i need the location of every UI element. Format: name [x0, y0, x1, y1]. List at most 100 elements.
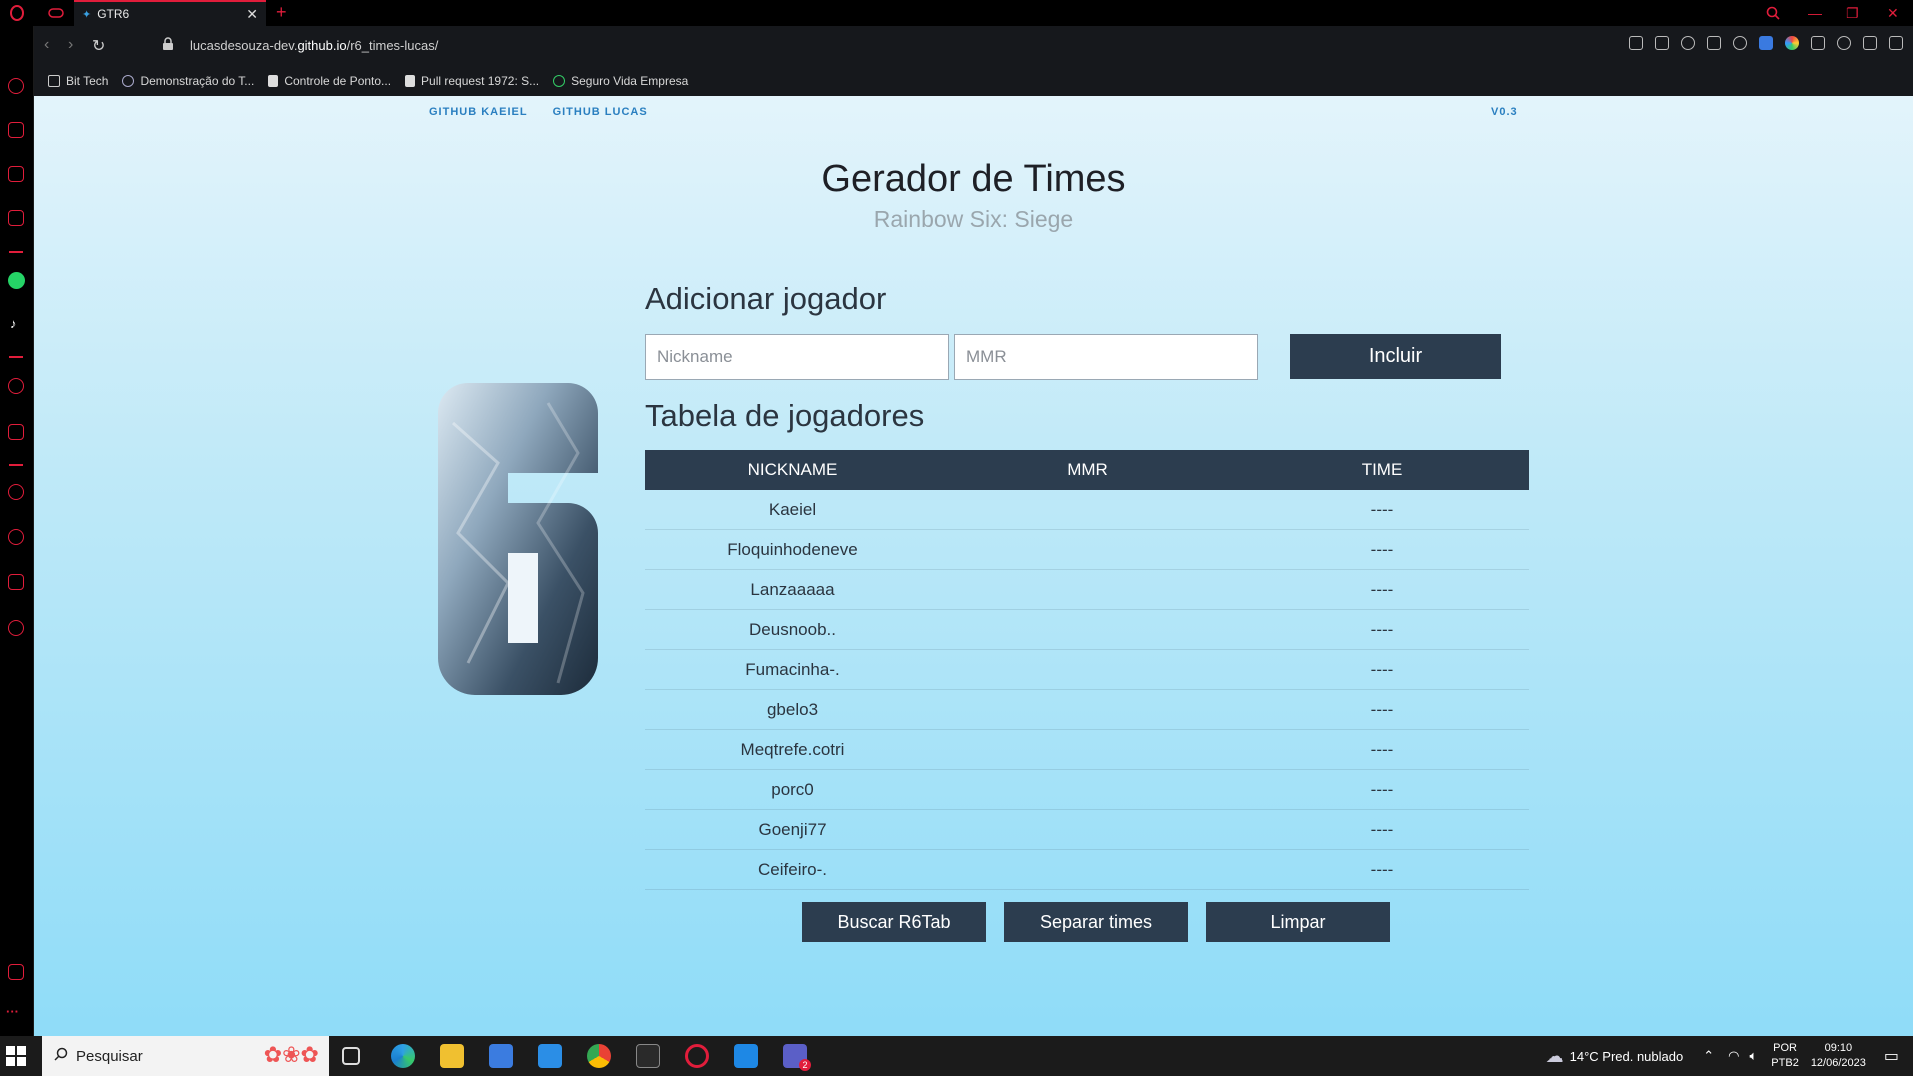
mmr-input[interactable] — [954, 334, 1258, 380]
bookmark-bit-tech[interactable]: Bit Tech — [48, 74, 108, 88]
volume-icon[interactable]: 🔈︎ — [1749, 1048, 1757, 1064]
profile-icon[interactable] — [1837, 36, 1851, 50]
url-field[interactable]: lucasdesouza-dev.github.io/r6_times-luca… — [190, 38, 438, 53]
whatsapp-icon[interactable] — [8, 272, 25, 289]
news-icon[interactable] — [8, 210, 24, 226]
minimize-icon[interactable]: — — [1808, 0, 1822, 26]
cell-nickname: Lanzaaaaa — [750, 579, 835, 599]
tab-favicon-icon: ✦ — [82, 8, 92, 21]
system-tray: ☁ 14°C Pred. nublado ⌃ ◠ 🔈︎ POR PTB2 09:… — [1546, 1036, 1913, 1076]
table-row: Floquinhodeneve ---- — [645, 530, 1529, 570]
forward-icon[interactable]: › — [68, 36, 73, 54]
chrome-icon[interactable] — [587, 1044, 611, 1068]
globe-icon — [122, 75, 135, 87]
green-logo-icon — [553, 75, 566, 87]
history-icon[interactable] — [8, 529, 24, 545]
extension-icons — [1629, 36, 1903, 50]
tab-gtr6[interactable]: ✦ GTR6 ✕ — [74, 0, 266, 26]
new-tab-icon[interactable]: + — [276, 1, 287, 23]
search-r6tab-button[interactable]: Buscar R6Tab — [802, 902, 986, 942]
player-icon[interactable] — [8, 378, 24, 394]
cell-nickname: Fumacinha-. — [745, 659, 840, 679]
bookmark-label: Demonstração do T... — [140, 74, 255, 88]
extensions-icon[interactable] — [8, 574, 24, 590]
cell-nickname: porc0 — [771, 779, 814, 799]
github-lucas-link[interactable]: GITHUB LUCAS — [553, 106, 648, 118]
clear-button[interactable]: Limpar — [1206, 902, 1390, 942]
vscode-icon[interactable] — [734, 1044, 758, 1068]
bookmark-seguro-vida[interactable]: Seguro Vida Empresa — [553, 74, 688, 88]
send-icon[interactable] — [1707, 36, 1721, 50]
bookmarks-bar: Bit Tech Demonstração do T... Controle d… — [34, 66, 1913, 96]
twitch-icon[interactable] — [8, 166, 24, 182]
taskbar-search[interactable]: Pesquisar ✿❀✿ — [42, 1036, 329, 1076]
chevron-up-icon[interactable]: ⌃ — [1703, 1048, 1714, 1064]
download-icon[interactable] — [1863, 36, 1877, 50]
cell-time: ---- — [1370, 699, 1394, 719]
bookmark-controle-ponto[interactable]: Controle de Ponto... — [268, 74, 391, 88]
opera-gx-icon[interactable] — [685, 1044, 709, 1068]
table-row: Kaeiel ---- — [645, 490, 1529, 530]
search-tabs-icon[interactable] — [1766, 0, 1780, 26]
address-bar: ‹ › ↻ lucasdesouza-dev.github.io/r6_time… — [34, 26, 1913, 66]
bookmark-pull-request[interactable]: Pull request 1972: S... — [405, 74, 539, 88]
column-nickname[interactable]: NICKNAME — [645, 460, 940, 480]
clock[interactable]: 09:10 12/06/2023 — [1811, 1041, 1866, 1071]
web-page: GITHUB KAEIEL GITHUB LUCAS V0.3 Gerador … — [34, 96, 1913, 1036]
column-time[interactable]: TIME — [1235, 460, 1529, 480]
teams-icon[interactable]: 2 — [783, 1044, 811, 1071]
bag-icon[interactable] — [8, 122, 24, 138]
reload-icon[interactable]: ↻ — [92, 36, 105, 56]
heart-icon[interactable] — [1733, 36, 1747, 50]
heart-icon[interactable] — [8, 484, 24, 500]
wifi-icon[interactable]: ◠ — [1728, 1048, 1739, 1064]
more-icon[interactable]: ··· — [6, 1004, 19, 1019]
file-explorer-icon[interactable] — [440, 1044, 464, 1068]
page-title: Gerador de Times — [821, 158, 1126, 200]
opera-menu-icon[interactable] — [0, 0, 34, 26]
wallpaper-icon[interactable] — [8, 964, 24, 980]
camera-icon[interactable] — [1655, 36, 1669, 50]
edit-icon[interactable] — [1629, 36, 1643, 50]
restore-icon[interactable]: ❐ — [1846, 0, 1859, 26]
flow-icon[interactable] — [8, 424, 24, 440]
close-window-icon[interactable]: ✕ — [1887, 0, 1899, 26]
menu-icon[interactable] — [1889, 36, 1903, 50]
tiktok-icon[interactable]: ♪ — [10, 316, 17, 331]
translate-icon[interactable] — [1759, 36, 1773, 50]
table-row: Meqtrefe.cotri ---- — [645, 730, 1529, 770]
language-indicator[interactable]: POR PTB2 — [1771, 1041, 1799, 1071]
document-icon — [405, 75, 416, 87]
gx-tab-icon[interactable] — [38, 0, 74, 26]
edge-icon[interactable] — [391, 1044, 415, 1068]
cell-nickname: Floquinhodeneve — [727, 539, 858, 559]
windows-start-icon[interactable] — [6, 1046, 26, 1066]
settings-icon[interactable] — [8, 620, 24, 636]
column-mmr[interactable]: MMR — [940, 460, 1235, 480]
notifications-icon[interactable]: ▭ — [1884, 1046, 1899, 1066]
cube-icon[interactable] — [1811, 36, 1825, 50]
sidebar-divider — [9, 464, 23, 466]
terminal-icon[interactable] — [636, 1044, 660, 1068]
back-icon[interactable]: ‹ — [44, 36, 49, 54]
mail-icon[interactable] — [538, 1044, 562, 1068]
weather-text[interactable]: 14°C Pred. nublado — [1570, 1049, 1684, 1064]
cell-nickname: Deusnoob.. — [749, 619, 836, 639]
github-kaeiel-link[interactable]: GITHUB KAEIEL — [429, 106, 528, 118]
speed-dial-icon[interactable] — [8, 78, 24, 94]
players-table-heading: Tabela de jogadores — [645, 398, 925, 433]
store-icon[interactable] — [489, 1044, 513, 1068]
top-nav: GITHUB KAEIEL GITHUB LUCAS — [429, 106, 648, 118]
clock-date: 12/06/2023 — [1810, 1057, 1866, 1069]
tab-close-icon[interactable]: ✕ — [246, 6, 258, 23]
color-picker-icon[interactable] — [1785, 36, 1799, 50]
task-view-icon[interactable] — [342, 1047, 360, 1065]
split-teams-button[interactable]: Separar times — [1004, 902, 1188, 942]
bookmark-demonstracao[interactable]: Demonstração do T... — [122, 74, 254, 88]
teams-badge: 2 — [799, 1059, 811, 1071]
url-host: github.io — [297, 38, 347, 53]
nickname-input[interactable] — [645, 334, 949, 380]
version-link[interactable]: V0.3 — [1491, 106, 1518, 118]
include-button[interactable]: Incluir — [1290, 334, 1501, 379]
block-icon[interactable] — [1681, 36, 1695, 50]
